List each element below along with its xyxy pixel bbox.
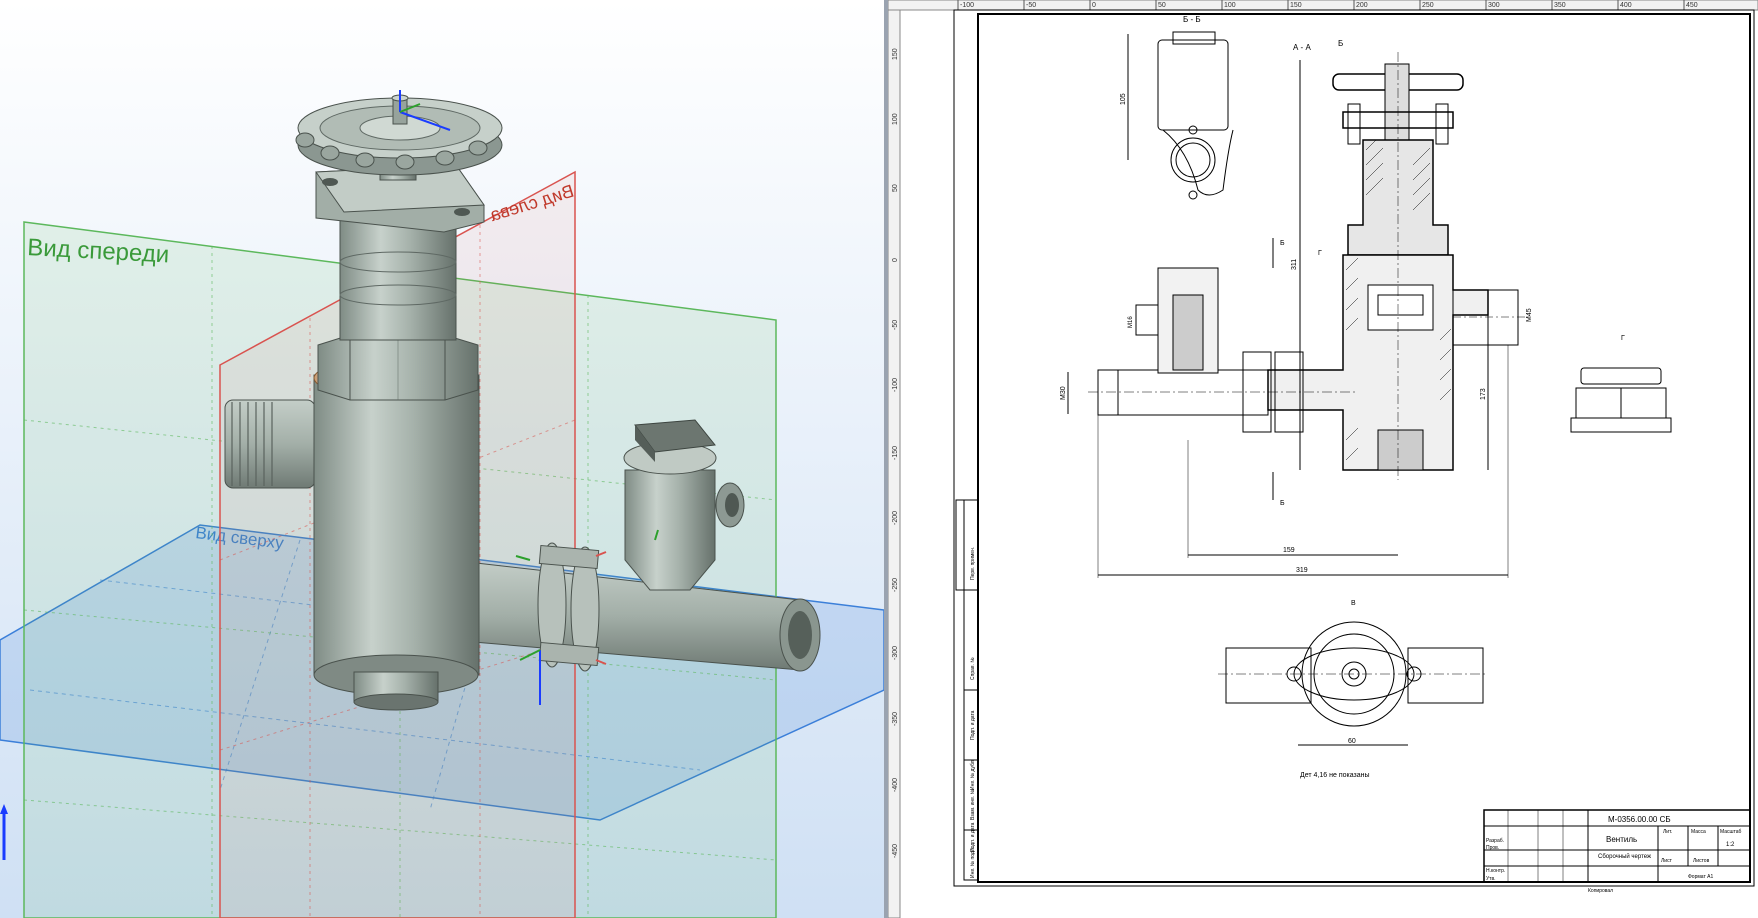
title-checker: Пров. bbox=[1486, 845, 1499, 851]
drawing-note: Дет 4,16 не показаны bbox=[1300, 772, 1370, 779]
ruler-left-label: -200 bbox=[892, 511, 899, 525]
ruler-left-label: -250 bbox=[892, 578, 899, 592]
title-format: Формат А1 bbox=[1688, 874, 1713, 880]
section-mark-b-top: Б bbox=[1280, 240, 1285, 247]
section-mark-b-bottom: Б bbox=[1280, 500, 1285, 507]
side-stamp-label: Подп. и дата bbox=[970, 710, 976, 740]
dim-m16: М16 bbox=[1128, 316, 1134, 328]
section-bb-label: Б - Б bbox=[1183, 15, 1201, 24]
drawing-canvas[interactable]: -100 -50 0 50 100 150 200 250 300 350 40… bbox=[888, 0, 1758, 918]
ruler-top-label: 50 bbox=[1158, 2, 1166, 9]
ruler-left-label: -100 bbox=[892, 378, 899, 392]
ruler-top-label: -100 bbox=[960, 2, 974, 9]
title-doc-number: М-0356.00.00 СБ bbox=[1608, 815, 1671, 824]
side-stamp-label: Перв. примен. bbox=[970, 547, 976, 580]
ruler-left-label: -400 bbox=[892, 778, 899, 792]
title-lit: Лит. bbox=[1663, 829, 1672, 835]
title-sheets: Листов bbox=[1693, 858, 1710, 864]
title-copied: Копировал bbox=[1588, 888, 1613, 894]
side-stamp-label: Инв. № подл. bbox=[970, 847, 976, 878]
dim-60: 60 bbox=[1348, 738, 1356, 745]
dim-173: 173 bbox=[1480, 388, 1487, 400]
ruler-left-label: -300 bbox=[892, 646, 899, 660]
view-section-aa[interactable]: А - А Б М45 311 173 Б Б bbox=[1267, 39, 1533, 507]
title-approved: Утв. bbox=[1486, 876, 1496, 882]
side-stamp-label: Взам. инв. № bbox=[970, 789, 976, 820]
ruler-left-label: -350 bbox=[892, 712, 899, 726]
dim-311: 311 bbox=[1291, 259, 1298, 270]
side-stamp: Перв. примен. Справ. № Подп. и дата Инв.… bbox=[955, 499, 979, 881]
ruler-left-label: 50 bbox=[892, 184, 899, 192]
ruler-top-label: 100 bbox=[1224, 2, 1236, 9]
title-developer: Разраб. bbox=[1486, 838, 1504, 844]
title-block[interactable]: М-0356.00.00 СБ Вентиль Сборочный чертеж… bbox=[1483, 809, 1751, 894]
dim-m30: М30 bbox=[1060, 386, 1067, 400]
mark-b: Б bbox=[1338, 39, 1343, 48]
ruler-top-label: 150 bbox=[1290, 2, 1302, 9]
ruler-left-label: -450 bbox=[892, 844, 899, 858]
ruler-left[interactable]: 150 100 50 0 -50 -100 -150 -200 -250 -30… bbox=[888, 9, 901, 918]
dim-m45: М45 bbox=[1526, 308, 1533, 322]
inlet-thread[interactable] bbox=[224, 399, 316, 489]
title-mass: Масса bbox=[1691, 829, 1706, 835]
body-hex-nut[interactable] bbox=[317, 334, 479, 401]
title-doc-type: Сборочный чертеж bbox=[1598, 853, 1651, 860]
side-stamp-label: Инв. № дубл. bbox=[970, 759, 976, 790]
section-aa-label: А - А bbox=[1293, 43, 1311, 52]
ruler-left-label: -150 bbox=[892, 446, 899, 460]
dim-319: 319 bbox=[1296, 567, 1308, 574]
view-g-mark: Г bbox=[1318, 250, 1322, 257]
ruler-top-label: 350 bbox=[1554, 2, 1566, 9]
ruler-top-label: -50 bbox=[1026, 2, 1036, 9]
view-section-bb[interactable]: Б - Б 105 bbox=[1120, 15, 1234, 200]
drawing-view[interactable]: -100 -50 0 50 100 150 200 250 300 350 40… bbox=[888, 0, 1758, 918]
dim-105: 105 bbox=[1120, 93, 1127, 105]
ruler-left-label: 100 bbox=[892, 113, 899, 125]
ruler-top-label: 300 bbox=[1488, 2, 1500, 9]
title-sheet: Лист bbox=[1661, 858, 1673, 864]
ruler-top-label: 250 bbox=[1422, 2, 1434, 9]
viewport-3d-canvas[interactable]: Вид сверху Вид спереди Вид слева bbox=[0, 0, 884, 918]
ruler-left-label: 0 bbox=[892, 258, 899, 262]
ruler-top-label: 200 bbox=[1356, 2, 1368, 9]
valve-body[interactable] bbox=[313, 374, 480, 676]
dim-159: 159 bbox=[1283, 547, 1295, 554]
title-name: Вентиль bbox=[1606, 835, 1637, 844]
ruler-top-label: 450 bbox=[1686, 2, 1698, 9]
title-norm: Н.контр. bbox=[1486, 868, 1505, 874]
viewport-3d[interactable]: Вид сверху Вид спереди Вид слева bbox=[0, 0, 884, 918]
ruler-left-label: 150 bbox=[892, 48, 899, 60]
ruler-left-label: -50 bbox=[892, 320, 899, 330]
title-scale-value: 1:2 bbox=[1726, 842, 1735, 848]
view-v-label: В bbox=[1351, 600, 1356, 607]
view-v[interactable]: В 60 bbox=[1218, 600, 1488, 746]
view-g-label: Г bbox=[1621, 335, 1625, 342]
title-scale-label: Масштаб bbox=[1720, 829, 1742, 835]
ruler-top-label: 400 bbox=[1620, 2, 1632, 9]
side-stamp-label: Справ. № bbox=[970, 657, 976, 680]
ruler-top[interactable]: -100 -50 0 50 100 150 200 250 300 350 40… bbox=[888, 0, 1758, 11]
ruler-top-label: 0 bbox=[1092, 2, 1096, 9]
